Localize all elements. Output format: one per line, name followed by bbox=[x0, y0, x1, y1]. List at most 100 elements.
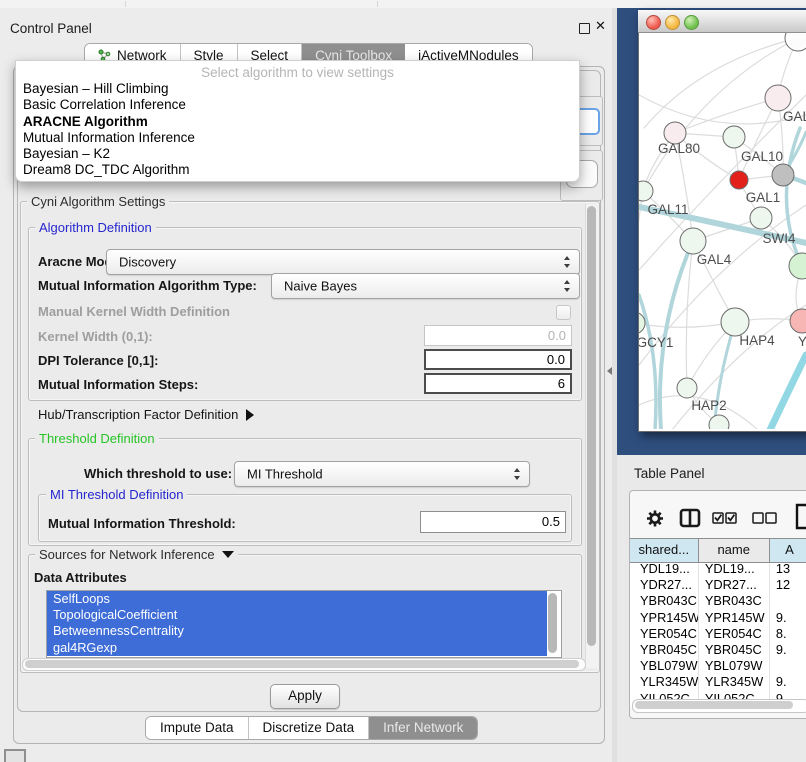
algorithm-option-bayesian-hill-climbing[interactable]: Bayesian – Hill Climbing bbox=[16, 81, 579, 97]
table-cell: YBR043C bbox=[630, 593, 699, 609]
which-threshold-select[interactable]: MI Threshold bbox=[234, 461, 530, 487]
dpi-tolerance-input[interactable]: 0.0 bbox=[424, 349, 572, 370]
network-node[interactable] bbox=[789, 253, 806, 279]
panel-title: Control Panel bbox=[10, 21, 92, 36]
network-node[interactable] bbox=[785, 33, 806, 51]
manual-kernel-width-checkbox[interactable] bbox=[556, 305, 571, 320]
mi-steps-input[interactable]: 6 bbox=[424, 373, 572, 394]
mi-algorithm-type-label: Mutual Information Algorithm Type: bbox=[38, 278, 257, 293]
network-canvas[interactable]: GALGAL80GAL10GAL1GAL11SWI4GAL4GCY1HAP4YH… bbox=[639, 33, 806, 429]
tab-infer-network[interactable]: Infer Network bbox=[369, 717, 477, 739]
table-row[interactable]: YDL19...YDL19...13 bbox=[630, 561, 806, 577]
algorithm-option-aracne-algorithm[interactable]: ARACNE Algorithm bbox=[16, 114, 579, 130]
table-cell: 9. bbox=[770, 674, 806, 690]
table-cell: YDL19... bbox=[699, 561, 770, 577]
table-row[interactable]: YLR345WYLR345W9. bbox=[630, 674, 806, 690]
network-node[interactable] bbox=[677, 378, 697, 398]
data-attributes-list[interactable]: SelfLoopsTopologicalCoefficientBetweenne… bbox=[46, 590, 562, 658]
attribute-list-scrollbar[interactable] bbox=[548, 593, 557, 653]
new-table-icon[interactable] bbox=[795, 503, 806, 535]
apply-button[interactable]: Apply bbox=[270, 684, 340, 709]
splitter-collapse-icon[interactable] bbox=[607, 367, 612, 375]
combo-stepper-icon bbox=[564, 280, 571, 292]
settings-scrollbar-thumb[interactable] bbox=[587, 206, 596, 646]
table-row[interactable]: YPR145WYPR145W9. bbox=[630, 610, 806, 626]
algorithm-definition-title: Algorithm Definition bbox=[35, 220, 156, 235]
table-row[interactable]: YBR045CYBR045C9. bbox=[630, 642, 806, 658]
window-zoom-icon[interactable] bbox=[684, 15, 699, 30]
network-node[interactable] bbox=[790, 309, 806, 333]
hub-definition-label: Hub/Transcription Factor Definition bbox=[38, 407, 238, 422]
network-node[interactable] bbox=[772, 164, 794, 186]
network-node[interactable] bbox=[750, 207, 772, 229]
expand-right-icon[interactable] bbox=[246, 409, 254, 421]
mi-algorithm-type-value: Naive Bayes bbox=[284, 279, 357, 294]
column-header-shared[interactable]: shared... bbox=[630, 539, 699, 562]
network-edge[interactable] bbox=[686, 241, 693, 388]
kernel-width-input[interactable]: 0.0 bbox=[424, 325, 572, 346]
select-all-checkboxes-icon[interactable] bbox=[712, 511, 737, 530]
table-row[interactable]: YER054CYER054C8. bbox=[630, 626, 806, 642]
algorithm-option-basic-correlation-inference[interactable]: Basic Correlation Inference bbox=[16, 97, 579, 113]
table-cell: YPR145W bbox=[699, 610, 770, 626]
node-label: HAP2 bbox=[691, 398, 726, 413]
column-header-name[interactable]: name bbox=[699, 539, 770, 562]
window-minimize-icon[interactable] bbox=[665, 15, 680, 30]
aracne-mode-select[interactable]: Discovery bbox=[106, 249, 580, 275]
mi-threshold-input[interactable]: 0.5 bbox=[420, 511, 566, 533]
tab-impute-data[interactable]: Impute Data bbox=[146, 717, 249, 739]
toolbar-separator bbox=[377, 1, 378, 7]
node-label: GAL4 bbox=[697, 252, 732, 267]
column-header-a[interactable]: A bbox=[770, 539, 806, 562]
network-node[interactable] bbox=[765, 85, 791, 111]
algorithm-option-mutual-information-inference[interactable]: Mutual Information Inference bbox=[16, 130, 579, 146]
collapse-down-icon[interactable] bbox=[222, 551, 234, 558]
table-hscrollbar-thumb[interactable] bbox=[635, 701, 793, 709]
node-label: Y bbox=[798, 334, 806, 349]
table-cell: 13 bbox=[770, 561, 806, 577]
network-window-titlebar[interactable] bbox=[638, 10, 806, 33]
data-attribute-betweennesscentrality[interactable]: BetweennessCentrality bbox=[47, 623, 547, 639]
table-cell: YLR345W bbox=[630, 674, 699, 690]
settings-hscrollbar-thumb[interactable] bbox=[25, 660, 579, 668]
table-row[interactable]: YDR27...YDR27...12 bbox=[630, 577, 806, 593]
tab-discretize-data[interactable]: Discretize Data bbox=[249, 717, 370, 739]
table-row[interactable]: YBL079WYBL079W bbox=[630, 658, 806, 674]
kernel-width-label: Kernel Width (0,1): bbox=[38, 329, 153, 344]
table-row[interactable]: YBR043CYBR043C bbox=[630, 593, 806, 609]
cyni-mode-tabs: Impute DataDiscretize DataInfer Network bbox=[145, 716, 478, 740]
close-icon[interactable]: ✕ bbox=[595, 18, 606, 34]
node-label: SWI4 bbox=[762, 231, 795, 246]
algorithm-option-bayesian-k2[interactable]: Bayesian – K2 bbox=[16, 146, 579, 162]
table-cell: YBR043C bbox=[699, 593, 770, 609]
network-graph: GALGAL80GAL10GAL1GAL11SWI4GAL4GCY1HAP4YH… bbox=[639, 33, 806, 429]
window-close-icon[interactable] bbox=[646, 15, 661, 30]
table-cell: 12 bbox=[770, 577, 806, 593]
settings-group-title: Cyni Algorithm Settings bbox=[27, 194, 169, 209]
network-edge[interactable] bbox=[770, 355, 806, 429]
table-cell: 9. bbox=[770, 642, 806, 658]
gear-icon[interactable] bbox=[645, 508, 665, 534]
mi-algorithm-type-select[interactable]: Naive Bayes bbox=[271, 273, 580, 299]
table-cell: YDL19... bbox=[630, 561, 699, 577]
which-threshold-label: Which threshold to use: bbox=[84, 466, 232, 481]
table-cell: YDR27... bbox=[630, 577, 699, 593]
network-node[interactable] bbox=[730, 171, 748, 189]
table-cell: 9. bbox=[770, 610, 806, 626]
sources-group-title[interactable]: Sources for Network Inference bbox=[35, 547, 238, 562]
data-attribute-selfloops[interactable]: SelfLoops bbox=[47, 591, 547, 607]
minimized-panel-icon[interactable] bbox=[4, 749, 26, 762]
algorithm-option-dream8-dc-tdc-algorithm[interactable]: Dream8 DC_TDC Algorithm bbox=[16, 162, 579, 178]
split-columns-icon[interactable] bbox=[679, 507, 701, 534]
network-node[interactable] bbox=[709, 415, 729, 429]
network-node[interactable] bbox=[721, 308, 749, 336]
network-node[interactable] bbox=[680, 228, 706, 254]
table-cell: YBR045C bbox=[699, 642, 770, 658]
data-attribute-topologicalcoefficient[interactable]: TopologicalCoefficient bbox=[47, 607, 547, 623]
float-window-icon[interactable] bbox=[579, 23, 590, 34]
hub-definition-expander[interactable]: Hub/Transcription Factor Definition bbox=[38, 407, 254, 422]
network-node[interactable] bbox=[723, 126, 745, 148]
table-cell: YBL079W bbox=[699, 658, 770, 674]
data-attribute-gal4rgexp[interactable]: gal4RGexp bbox=[47, 640, 547, 656]
deselect-all-checkboxes-icon[interactable] bbox=[752, 511, 777, 530]
